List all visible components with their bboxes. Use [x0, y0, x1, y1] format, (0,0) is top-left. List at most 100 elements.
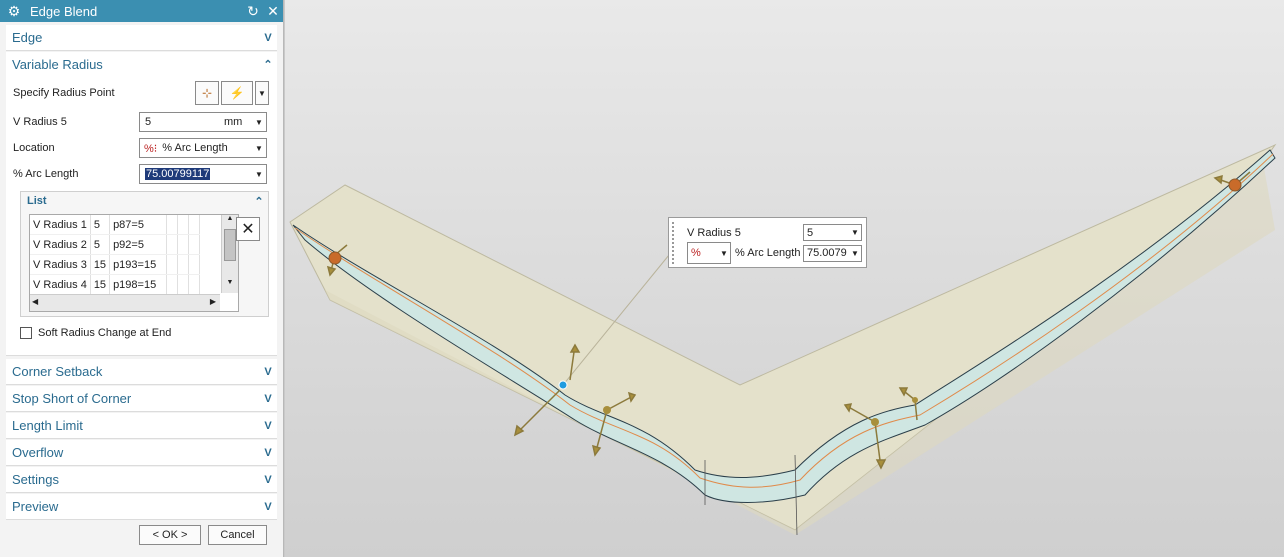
- section-edge[interactable]: Edge V: [6, 25, 277, 51]
- list-header[interactable]: List ⌃: [21, 192, 268, 210]
- chevron-down-icon[interactable]: ▼: [849, 249, 861, 258]
- section-variable-radius-header[interactable]: Variable Radius ⌃: [6, 52, 277, 77]
- callout-grip[interactable]: [672, 222, 679, 264]
- lightning-icon: ⚡: [229, 86, 245, 100]
- graphics-viewport[interactable]: [285, 0, 1284, 557]
- callout-radius-field[interactable]: 5 ▼: [803, 224, 862, 241]
- callout-radius-label: V Radius 5: [687, 226, 741, 239]
- section-length-limit[interactable]: Length Limit V: [6, 413, 277, 439]
- table-row[interactable]: V Radius 4 15 p198=15: [30, 274, 201, 295]
- section-settings-label: Settings: [12, 472, 59, 487]
- chevron-down-icon: V: [264, 392, 272, 405]
- point-dialog-button[interactable]: ⊹: [195, 81, 219, 105]
- close-icon[interactable]: ✕: [263, 3, 283, 20]
- callout-arc-label: % Arc Length: [735, 247, 801, 259]
- soft-radius-checkbox[interactable]: [20, 327, 32, 339]
- model-view[interactable]: [285, 0, 1284, 557]
- chevron-down-icon[interactable]: ▼: [252, 118, 266, 127]
- arc-length-field[interactable]: 75.00799117 ▼: [139, 164, 267, 184]
- callout-location-select[interactable]: % ▼: [687, 242, 731, 264]
- chevron-down-icon: V: [264, 473, 272, 486]
- list-horizontal-scrollbar[interactable]: ◀ ▶: [30, 294, 220, 311]
- callout-radius-value: 5: [807, 226, 814, 239]
- list-cell-name: V Radius 1: [30, 215, 91, 235]
- v-radius-label: V Radius 5: [13, 116, 67, 128]
- radius-callout[interactable]: V Radius 5 5 ▼ % ▼ % Arc Length 75.0079 …: [668, 217, 867, 268]
- scroll-left-icon[interactable]: ◀: [32, 297, 38, 306]
- table-row[interactable]: V Radius 1 5 p87=5: [30, 215, 201, 235]
- percent-arc-icon: %⁝: [144, 142, 158, 155]
- cancel-button[interactable]: Cancel: [208, 525, 267, 545]
- list-cell-radius: 5: [90, 215, 111, 235]
- endpoint-handle[interactable]: [328, 251, 342, 265]
- section-edge-label: Edge: [12, 30, 43, 45]
- chevron-down-icon[interactable]: ▼: [252, 144, 266, 153]
- scroll-down-icon[interactable]: ▼: [222, 279, 238, 291]
- scroll-thumb[interactable]: [224, 229, 236, 261]
- radius-point-marker[interactable]: [871, 418, 879, 426]
- callout-arc-field[interactable]: 75.0079 ▼: [803, 244, 862, 262]
- list-cell-name: V Radius 4: [30, 274, 91, 295]
- callout-location-icon: %: [691, 247, 701, 259]
- section-stop-short[interactable]: Stop Short of Corner V: [6, 386, 277, 412]
- chevron-down-icon: V: [264, 31, 272, 44]
- table-row[interactable]: V Radius 3 15 p193=15: [30, 254, 201, 275]
- chevron-down-icon[interactable]: ▼: [252, 170, 266, 179]
- chevron-down-icon: V: [264, 500, 272, 513]
- list-cell-expression: p193=15: [109, 254, 168, 275]
- section-variable-radius-label: Variable Radius: [12, 57, 103, 72]
- v-radius-row: V Radius 5 5 mm ▼: [6, 109, 277, 135]
- radius-point-handle[interactable]: [558, 380, 568, 390]
- dialog-titlebar: ⚙ Edge Blend ↻ ✕: [0, 0, 283, 22]
- section-preview[interactable]: Preview V: [6, 494, 277, 520]
- section-preview-label: Preview: [12, 499, 59, 514]
- section-variable-radius: Variable Radius ⌃ Specify Radius Point ⊹ …: [6, 52, 277, 356]
- chevron-down-icon[interactable]: ▼: [718, 249, 730, 258]
- chevron-down-icon: V: [264, 419, 272, 432]
- list-cell-name: V Radius 2: [30, 234, 91, 255]
- inferred-point-button[interactable]: ⚡: [221, 81, 253, 105]
- specify-radius-point-row: Specify Radius Point ⊹ ⚡ ▼: [6, 77, 277, 109]
- soft-radius-label: Soft Radius Change at End: [38, 327, 172, 339]
- v-radius-value: 5: [145, 116, 152, 128]
- list-cell-radius: 5: [90, 234, 111, 255]
- section-length-limit-label: Length Limit: [12, 418, 83, 433]
- endpoint-handle[interactable]: [1228, 178, 1242, 192]
- dialog-footer: < OK > Cancel: [0, 522, 284, 548]
- chevron-up-icon: ⌃: [263, 59, 273, 71]
- point-icon: ⊹: [201, 86, 213, 100]
- radius-point-marker[interactable]: [912, 397, 918, 403]
- remove-button[interactable]: ✕: [236, 217, 260, 241]
- list-cell-expression: p92=5: [109, 234, 168, 255]
- arc-length-label: % Arc Length: [13, 168, 79, 180]
- section-corner-setback-label: Corner Setback: [12, 364, 103, 379]
- location-value: % Arc Length: [162, 142, 228, 154]
- callout-arc-value: 75.0079: [807, 247, 847, 259]
- location-row: Location %⁝ % Arc Length ▼: [6, 135, 277, 161]
- point-type-dropdown[interactable]: ▼: [255, 81, 269, 105]
- section-corner-setback[interactable]: Corner Setback V: [6, 359, 277, 385]
- radius-list-table: V Radius 1 5 p87=5 V Radius 2 5 p92=5 V Radi…: [29, 214, 239, 312]
- surface-sheet: [289, 143, 1277, 531]
- reset-icon[interactable]: ↻: [243, 3, 263, 20]
- v-radius-field[interactable]: 5 mm ▼: [139, 112, 267, 132]
- table-row[interactable]: V Radius 2 5 p92=5: [30, 234, 201, 255]
- chevron-down-icon[interactable]: ▼: [849, 228, 861, 237]
- arc-length-value: 75.00799117: [145, 168, 211, 180]
- section-overflow-label: Overflow: [12, 445, 64, 460]
- delete-x-icon: ✕: [241, 221, 255, 238]
- gear-icon[interactable]: ⚙: [6, 3, 22, 19]
- chevron-down-icon: V: [264, 446, 272, 459]
- list-cell-radius: 15: [90, 254, 111, 275]
- edge-blend-dialog: ⚙ Edge Blend ↻ ✕ Edge V Variable Radius ⌃ …: [0, 0, 284, 557]
- list-cell-expression: p87=5: [109, 215, 168, 235]
- section-settings[interactable]: Settings V: [6, 467, 277, 493]
- section-stop-short-label: Stop Short of Corner: [12, 391, 132, 406]
- section-overflow[interactable]: Overflow V: [6, 440, 277, 466]
- ok-button[interactable]: < OK >: [139, 525, 201, 545]
- scroll-right-icon[interactable]: ▶: [210, 297, 216, 306]
- location-select[interactable]: %⁝ % Arc Length ▼: [139, 138, 267, 158]
- radius-point-marker[interactable]: [603, 406, 611, 414]
- list-cell-name: V Radius 3: [30, 254, 91, 275]
- soft-radius-row: Soft Radius Change at End: [6, 321, 277, 345]
